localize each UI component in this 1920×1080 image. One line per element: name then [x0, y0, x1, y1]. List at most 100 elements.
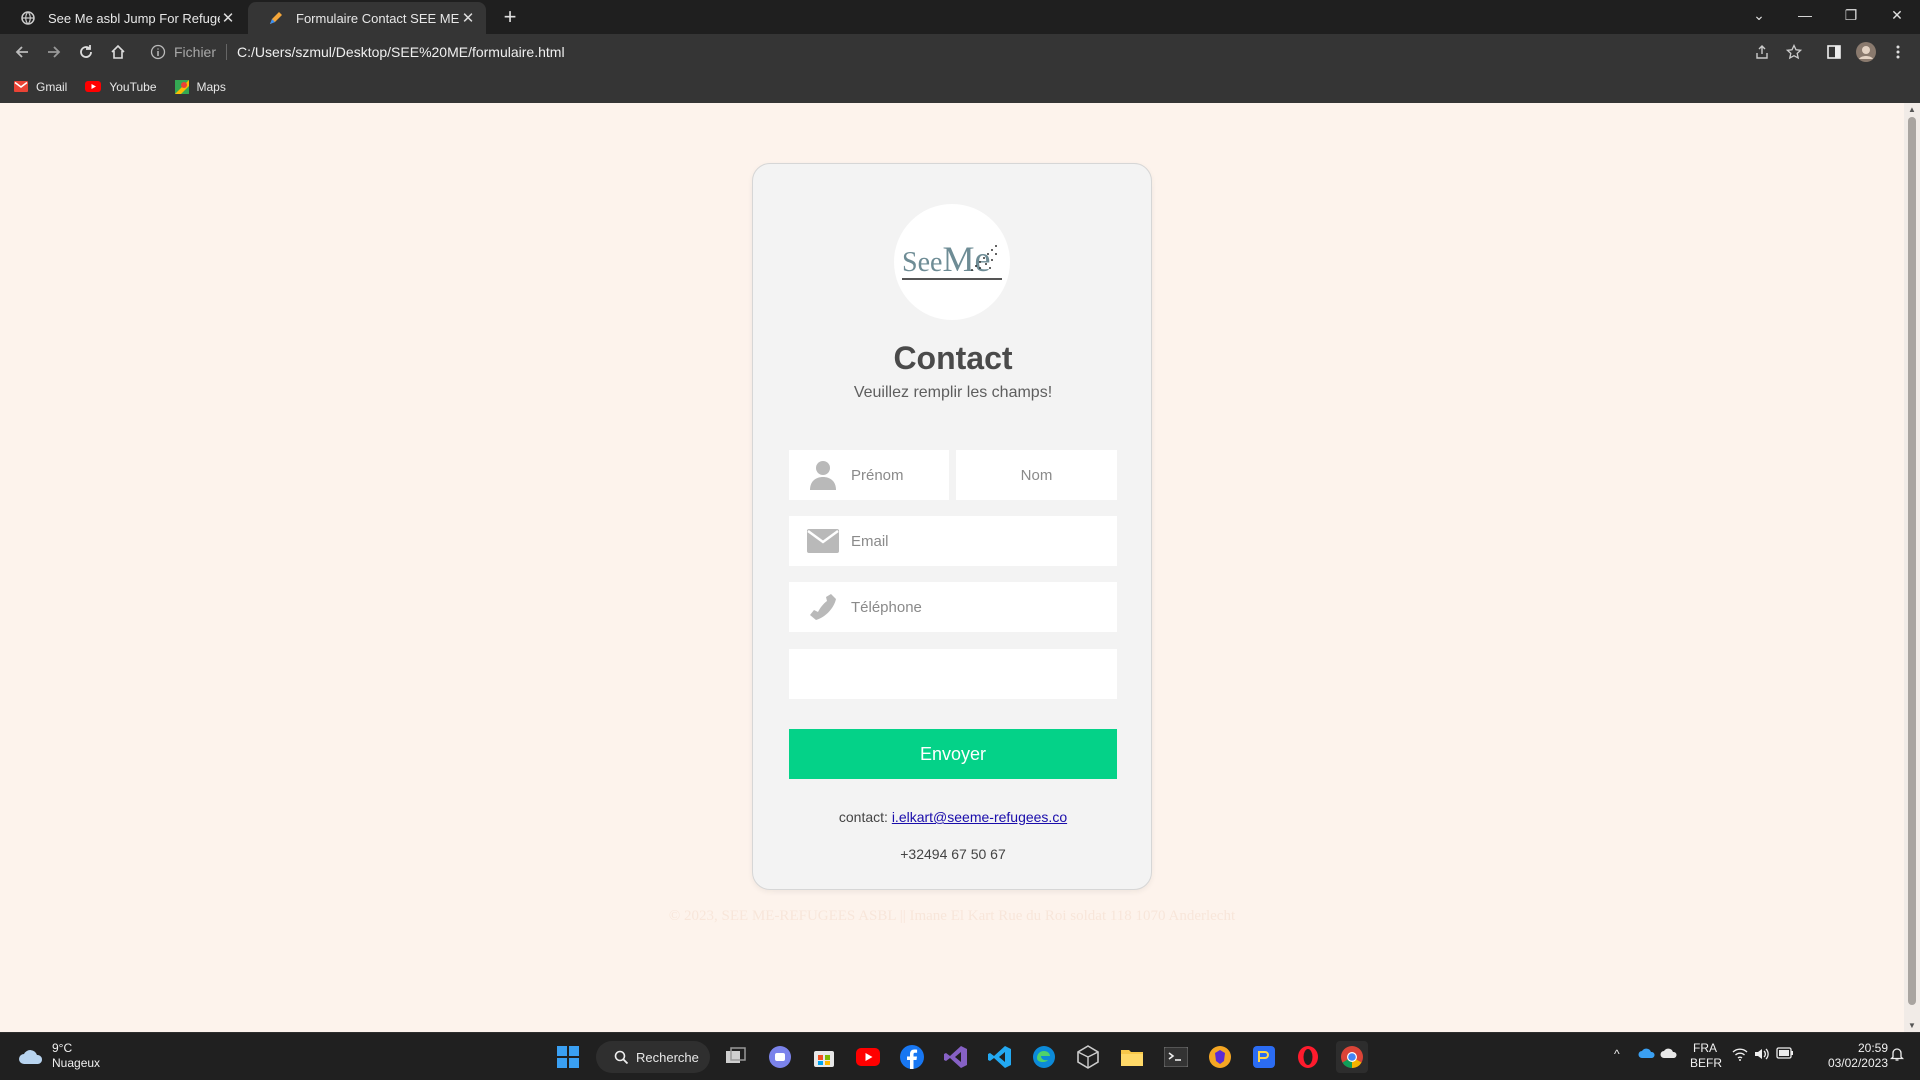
home-icon — [111, 44, 125, 59]
first-name-placeholder: Prénom — [851, 466, 904, 484]
logo-underline — [902, 278, 1002, 280]
email-placeholder: Email — [851, 532, 889, 550]
close-tab-icon[interactable]: ✕ — [460, 9, 476, 27]
contact-prefix: contact: — [838, 809, 888, 825]
tab-see-me[interactable]: See Me asbl Jump For Refugees ✕ — [0, 2, 246, 34]
start-button[interactable] — [552, 1041, 584, 1073]
address-bar[interactable]: Fichier C:/Users/szmul/Desktop/SEE%20ME/… — [140, 38, 1760, 66]
brave-icon[interactable] — [1204, 1041, 1236, 1073]
back-button[interactable] — [8, 38, 36, 66]
input-language[interactable]: FRA BEFR — [1690, 1041, 1722, 1071]
phone-placeholder: Téléphone — [851, 598, 922, 616]
system-clock[interactable]: 20:59 03/02/2023 — [1808, 1041, 1888, 1071]
menu-kebab-icon[interactable] — [1886, 40, 1910, 64]
volume-icon[interactable] — [1754, 1047, 1770, 1065]
pencil-icon — [268, 10, 284, 26]
envelope-icon — [803, 521, 843, 561]
opera-icon[interactable] — [1292, 1041, 1324, 1073]
home-button[interactable] — [104, 38, 132, 66]
last-name-field[interactable]: Nom — [956, 450, 1117, 500]
contact-email-link[interactable]: i.elkart@seeme-refugees.co — [892, 809, 1067, 825]
file-explorer-icon[interactable] — [1116, 1041, 1148, 1073]
scheme-label: Fichier — [174, 44, 228, 60]
tab-strip: See Me asbl Jump For Refugees ✕ Formulai… — [0, 0, 1920, 34]
bookmark-youtube[interactable]: YouTube — [85, 79, 157, 94]
new-tab-button[interactable]: + — [496, 4, 524, 32]
search-label: Recherche — [636, 1049, 699, 1065]
store-icon[interactable] — [808, 1041, 840, 1073]
bookmark-label: Maps — [196, 79, 226, 94]
phone-field[interactable]: Téléphone — [789, 582, 1117, 632]
share-icon[interactable] — [1750, 40, 1774, 64]
info-icon — [150, 44, 166, 60]
reload-icon — [80, 45, 92, 58]
bookmark-star-icon[interactable] — [1782, 40, 1806, 64]
wifi-icon[interactable] — [1732, 1047, 1748, 1065]
show-hidden-icons[interactable]: ^ — [1614, 1047, 1620, 1062]
scroll-down-icon[interactable]: ▼ — [1908, 1021, 1916, 1030]
facebook-icon[interactable] — [896, 1041, 928, 1073]
phone-icon — [803, 587, 843, 627]
scroll-up-icon[interactable]: ▲ — [1908, 105, 1916, 114]
birds-icon — [971, 245, 997, 271]
arrow-right-icon — [48, 46, 61, 58]
page-title: Contact — [893, 340, 1013, 376]
last-name-placeholder: Nom — [1020, 466, 1053, 484]
unity-icon[interactable] — [1072, 1041, 1104, 1073]
edge-icon[interactable] — [1028, 1041, 1060, 1073]
side-panel-icon[interactable] — [1822, 40, 1846, 64]
contact-line: contact: i.elkart@seeme-refugees.co — [753, 809, 1153, 825]
windows-logo-icon — [557, 1046, 579, 1068]
tab-label: See Me asbl Jump For Refugees — [48, 10, 220, 26]
contact-phone: +32494 67 50 67 — [900, 846, 1006, 862]
globe-icon — [20, 10, 36, 26]
taskbar-search[interactable]: Recherche — [596, 1041, 710, 1073]
visual-studio-icon[interactable] — [940, 1041, 972, 1073]
weather-widget[interactable]: 9°C Nuageux — [18, 1041, 100, 1071]
minimize-button[interactable]: — — [1782, 0, 1828, 30]
email-field[interactable]: Email — [789, 516, 1117, 566]
bookmark-gmail[interactable]: Gmail — [14, 80, 67, 94]
first-name-field[interactable]: Prénom — [789, 450, 949, 500]
bookmark-maps[interactable]: Maps — [174, 79, 226, 94]
cloud-sync-icon[interactable] — [1660, 1047, 1678, 1063]
page-footer: © 2023, SEE ME-REFUGEES ASBL || Imane El… — [668, 908, 1236, 924]
reload-button[interactable] — [72, 38, 100, 66]
scrollbar-thumb[interactable] — [1908, 117, 1916, 1005]
onedrive-icon[interactable] — [1638, 1047, 1656, 1063]
task-view-icon[interactable] — [720, 1041, 752, 1073]
close-window-button[interactable]: ✕ — [1874, 0, 1920, 30]
design-app-icon[interactable] — [1248, 1041, 1280, 1073]
youtube-icon — [85, 81, 102, 92]
weather-condition: Nuageux — [52, 1056, 101, 1070]
windows-taskbar: 9°C Nuageux Recherche ^ FRA BEFR 20:59 0… — [0, 1032, 1920, 1080]
teams-chat-icon[interactable] — [764, 1041, 796, 1073]
page-subtitle: Veuillez remplir les champs! — [853, 384, 1053, 401]
bookmarks-bar: Gmail YouTube Maps — [0, 70, 1920, 103]
browser-toolbar: Fichier C:/Users/szmul/Desktop/SEE%20ME/… — [0, 34, 1920, 70]
tab-label: Formulaire Contact SEE ME ASBL — [296, 10, 460, 26]
close-tab-icon[interactable]: ✕ — [220, 9, 236, 27]
profile-avatar[interactable] — [1854, 40, 1878, 64]
restore-button[interactable]: ❐ — [1828, 0, 1874, 30]
gmail-icon — [14, 81, 28, 92]
submit-button[interactable]: Envoyer — [789, 729, 1117, 779]
forward-button[interactable] — [40, 38, 68, 66]
tab-formulaire[interactable]: Formulaire Contact SEE ME ASBL ✕ — [248, 2, 486, 34]
terminal-icon[interactable] — [1160, 1041, 1192, 1073]
chrome-icon[interactable] — [1336, 1041, 1368, 1073]
arrow-left-icon — [15, 46, 28, 58]
notifications-icon[interactable] — [1889, 1047, 1905, 1065]
page-scrollbar[interactable]: ▲ ▼ — [1904, 103, 1920, 1032]
tab-search-icon[interactable]: ⌄ — [1736, 0, 1782, 30]
battery-icon[interactable] — [1776, 1047, 1794, 1063]
see-me-logo: SeeMe — [894, 204, 1010, 320]
youtube-app-icon[interactable] — [852, 1041, 884, 1073]
vscode-icon[interactable] — [984, 1041, 1016, 1073]
bookmark-label: YouTube — [109, 79, 157, 94]
search-icon — [614, 1050, 628, 1064]
message-field[interactable] — [789, 649, 1117, 699]
user-icon — [803, 455, 843, 495]
weather-temp: 9°C — [52, 1041, 73, 1055]
bookmark-label: Gmail — [36, 79, 68, 94]
